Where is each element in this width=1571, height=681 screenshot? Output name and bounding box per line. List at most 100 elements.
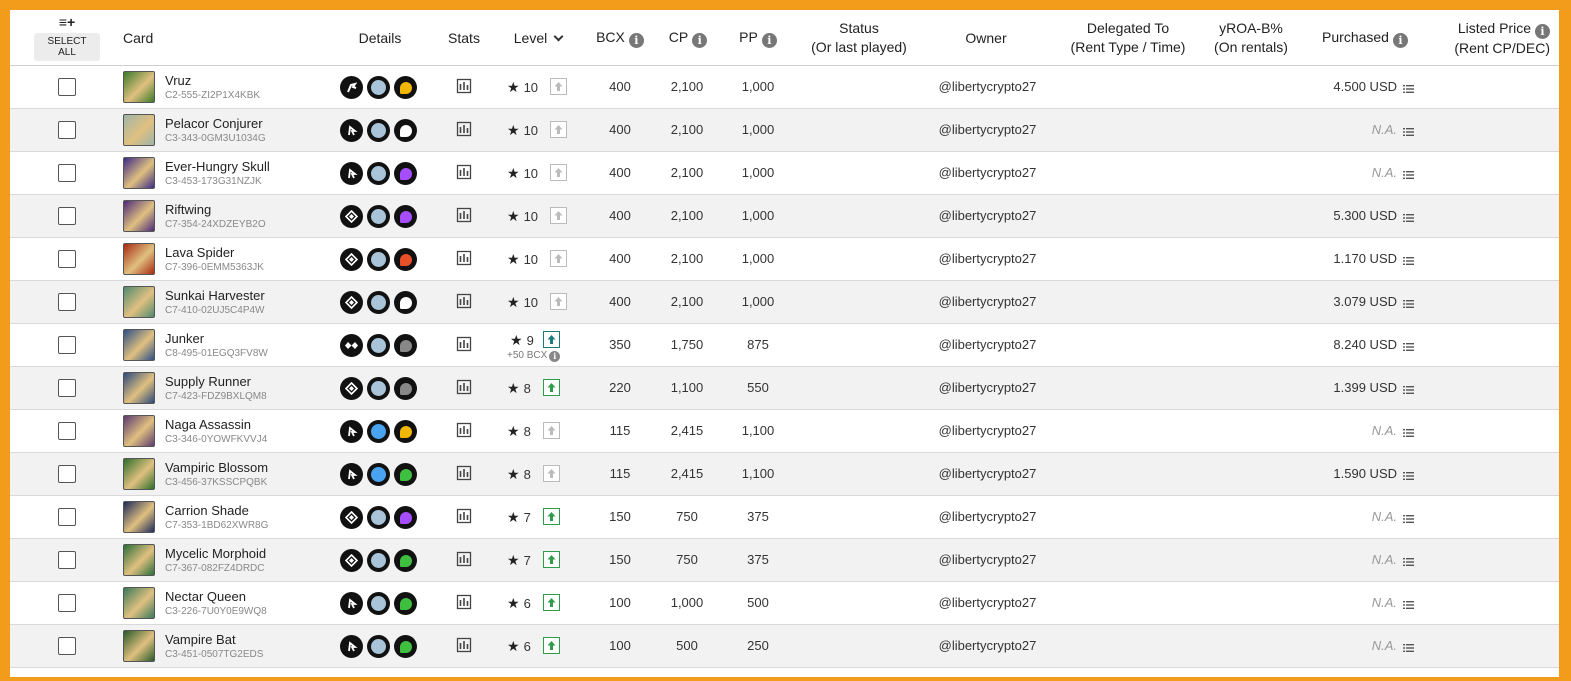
card-name[interactable]: Vampiric Blossom [165,460,268,475]
header-cp[interactable]: CP i [660,10,716,66]
card-thumbnail[interactable] [123,587,155,619]
card-thumbnail[interactable] [123,630,155,662]
list-icon[interactable] [1403,210,1414,222]
card-owner[interactable]: @libertycrypto27 [930,281,1045,323]
add-filter-icon[interactable]: ≡+ [59,15,75,29]
list-icon[interactable] [1403,296,1414,308]
stats-icon[interactable] [456,551,472,567]
row-checkbox[interactable] [58,637,76,655]
info-icon[interactable]: i [692,33,708,48]
header-card[interactable]: Card [123,10,203,66]
card-thumbnail[interactable] [123,200,155,232]
card-owner[interactable]: @libertycrypto27 [930,539,1045,581]
upgrade-icon[interactable] [550,293,567,310]
card-thumbnail[interactable] [123,286,155,318]
card-thumbnail[interactable] [123,71,155,103]
card-name[interactable]: Ever-Hungry Skull [165,159,270,174]
info-icon[interactable]: i [549,351,561,362]
info-icon[interactable]: i [1535,23,1550,39]
info-icon[interactable]: i [761,33,777,48]
card-name[interactable]: Junker [165,331,204,346]
list-icon[interactable] [1403,468,1414,480]
card-thumbnail[interactable] [123,243,155,275]
card-owner[interactable]: @libertycrypto27 [930,195,1045,237]
upgrade-icon[interactable] [543,465,560,482]
card-name[interactable]: Riftwing [165,202,211,217]
card-owner[interactable]: @libertycrypto27 [930,66,1045,108]
table-row[interactable]: Carrion Shade C7-353-1BD62XWR8G ★ 7 150 750 37… [10,496,1559,539]
upgrade-icon[interactable] [543,379,560,396]
upgrade-icon[interactable] [550,121,567,138]
card-name[interactable]: Mycelic Morphoid [165,546,266,561]
card-thumbnail[interactable] [123,544,155,576]
stats-icon[interactable] [456,637,472,653]
list-icon[interactable] [1403,124,1414,136]
row-checkbox[interactable] [58,508,76,526]
upgrade-icon[interactable] [543,551,560,568]
header-pp[interactable]: PP i [728,10,788,66]
card-name[interactable]: Pelacor Conjurer [165,116,263,131]
header-listed-price[interactable]: Listed Price i (Rent CP/DEC) [1430,10,1550,66]
table-row[interactable]: Naga Assassin C3-346-0YOWFKVVJ4 ★ 8 115 2,415… [10,410,1559,453]
card-name[interactable]: Carrion Shade [165,503,249,518]
card-thumbnail[interactable] [123,157,155,189]
card-owner[interactable]: @libertycrypto27 [930,238,1045,280]
upgrade-icon[interactable] [543,422,560,439]
table-row[interactable]: Nectar Queen C3-226-7U0Y0E9WQ8 ★ 6 100 1,000 5… [10,582,1559,625]
list-icon[interactable] [1403,382,1414,394]
row-checkbox[interactable] [58,121,76,139]
card-owner[interactable]: @libertycrypto27 [930,453,1045,495]
table-row[interactable]: Sunkai Harvester C7-410-02UJ5C4P4W ★ 10 400 2… [10,281,1559,324]
table-row[interactable]: Vampiric Blossom C3-456-37KSSCPQBK ★ 8 115 2,… [10,453,1559,496]
card-name[interactable]: Supply Runner [165,374,251,389]
table-row[interactable]: Mycelic Morphoid C7-367-082FZ4DRDC ★ 7 150 75… [10,539,1559,582]
row-checkbox[interactable] [58,164,76,182]
header-bcx[interactable]: BCX i [588,10,652,66]
stats-icon[interactable] [456,293,472,309]
upgrade-icon[interactable] [543,331,560,348]
stats-icon[interactable] [456,164,472,180]
card-thumbnail[interactable] [123,329,155,361]
row-checkbox[interactable] [58,207,76,225]
card-name[interactable]: Vruz [165,73,191,88]
row-checkbox[interactable] [58,551,76,569]
row-checkbox[interactable] [58,250,76,268]
table-row[interactable]: Lava Spider C7-396-0EMM5363JK ★ 10 400 2,100 1… [10,238,1559,281]
table-row[interactable]: Vruz C2-555-ZI2P1X4KBK ★ 10 400 2,100 1,000 @li… [10,66,1559,109]
card-thumbnail[interactable] [123,114,155,146]
stats-icon[interactable] [456,250,472,266]
card-thumbnail[interactable] [123,415,155,447]
row-checkbox[interactable] [58,78,76,96]
upgrade-icon[interactable] [550,207,567,224]
card-name[interactable]: Sunkai Harvester [165,288,265,303]
list-icon[interactable] [1403,640,1414,652]
card-owner[interactable]: @libertycrypto27 [930,367,1045,409]
stats-icon[interactable] [456,207,472,223]
upgrade-icon[interactable] [543,637,560,654]
stats-icon[interactable] [456,78,472,94]
upgrade-icon[interactable] [550,164,567,181]
upgrade-icon[interactable] [543,508,560,525]
card-thumbnail[interactable] [123,372,155,404]
table-row[interactable]: Riftwing C7-354-24XDZEYB2O ★ 10 400 2,100 1,00… [10,195,1559,238]
header-level[interactable]: Level [500,10,576,66]
list-icon[interactable] [1403,511,1414,523]
card-owner[interactable]: @libertycrypto27 [930,496,1045,538]
card-name[interactable]: Vampire Bat [165,632,236,647]
header-purchased[interactable]: Purchased i [1315,10,1415,66]
card-owner[interactable]: @libertycrypto27 [930,324,1045,366]
card-owner[interactable]: @libertycrypto27 [930,152,1045,194]
table-row[interactable]: Ever-Hungry Skull C3-453-173G31NZJK ★ 10 400… [10,152,1559,195]
table-row[interactable]: Junker C8-495-01EGQ3FV8W ★ 9 +50 BCX i 350 1,75… [10,324,1559,367]
list-icon[interactable] [1403,167,1414,179]
info-icon[interactable]: i [628,33,644,48]
stats-icon[interactable] [456,508,472,524]
list-icon[interactable] [1403,253,1414,265]
card-name[interactable]: Naga Assassin [165,417,251,432]
row-checkbox[interactable] [58,465,76,483]
stats-icon[interactable] [456,422,472,438]
row-checkbox[interactable] [58,336,76,354]
card-name[interactable]: Nectar Queen [165,589,246,604]
row-checkbox[interactable] [58,293,76,311]
stats-icon[interactable] [456,465,472,481]
